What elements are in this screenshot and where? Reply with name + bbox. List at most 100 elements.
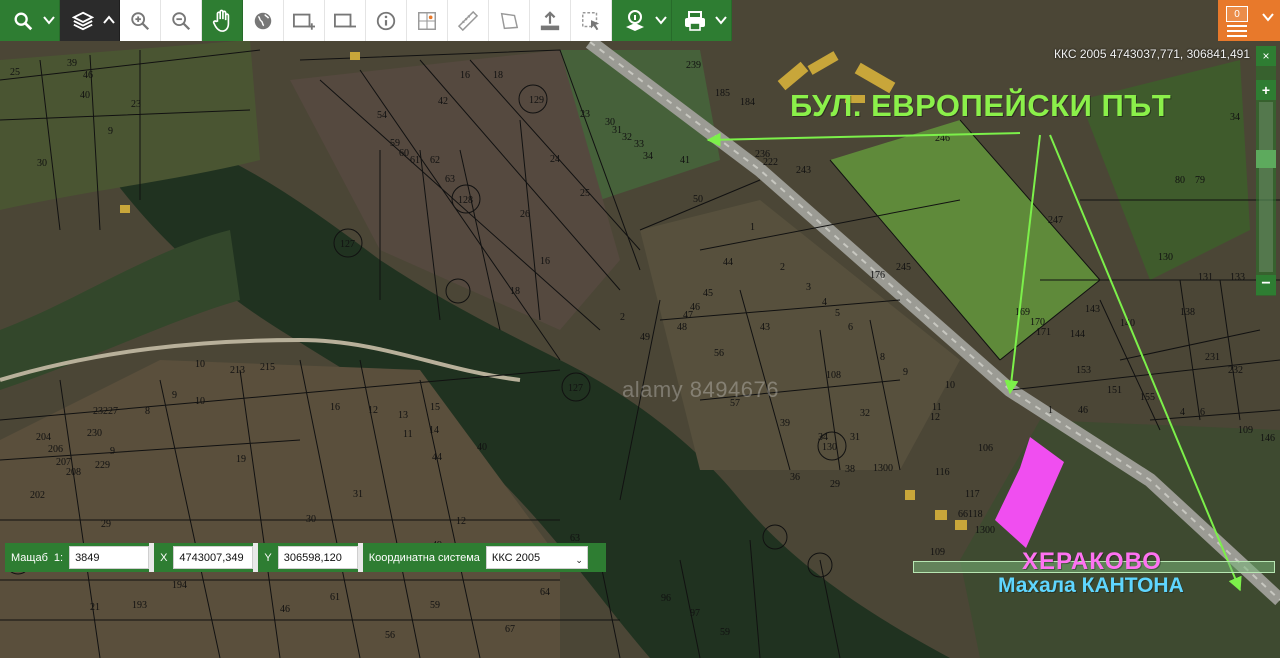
svg-text:24: 24 <box>550 154 560 165</box>
cursor-coordinates: ККС 2005 4743037,771, 306841,491 <box>1053 47 1250 61</box>
svg-text:208: 208 <box>66 467 81 478</box>
select-button[interactable] <box>571 0 612 41</box>
svg-text:31: 31 <box>612 125 622 136</box>
layers-button[interactable] <box>60 0 120 41</box>
svg-text:146: 146 <box>1260 433 1275 444</box>
zoom-box-out-button[interactable] <box>325 0 366 41</box>
list-icon <box>1227 25 1247 37</box>
svg-text:48: 48 <box>677 322 687 333</box>
svg-text:117: 117 <box>965 489 980 500</box>
measure-area-button[interactable] <box>489 0 530 41</box>
crs-select[interactable]: ККС 2005 ⌄ <box>485 546 588 569</box>
svg-text:44: 44 <box>723 257 733 268</box>
x-coordinate-input[interactable]: 4743007,349 <box>173 546 254 569</box>
coordinate-button[interactable] <box>407 0 448 41</box>
svg-text:9: 9 <box>108 126 113 137</box>
svg-text:26: 26 <box>520 209 530 220</box>
svg-text:34: 34 <box>818 432 828 443</box>
svg-text:45: 45 <box>703 288 713 299</box>
svg-text:118: 118 <box>968 509 983 520</box>
svg-text:10: 10 <box>195 359 205 370</box>
svg-text:44: 44 <box>432 452 442 463</box>
svg-text:19: 19 <box>236 454 246 465</box>
svg-text:31: 31 <box>353 489 363 500</box>
zoom-out-button[interactable] <box>161 0 202 41</box>
svg-text:30: 30 <box>306 514 316 525</box>
chevron-down-icon <box>655 16 667 25</box>
svg-text:232: 232 <box>1228 365 1243 376</box>
identify-icon <box>625 9 644 31</box>
chevron-down-icon <box>1262 13 1274 22</box>
svg-text:46: 46 <box>1078 405 1088 416</box>
zoom-close-button[interactable]: × <box>1256 46 1276 66</box>
annotation-hamlet-label: Махала КАНТОНА <box>998 574 1184 597</box>
y-coordinate-input[interactable]: 306598,120 <box>277 546 358 569</box>
svg-text:12: 12 <box>456 516 466 527</box>
zoom-slider-track[interactable] <box>1259 102 1273 272</box>
svg-text:243: 243 <box>796 165 811 176</box>
svg-text:62: 62 <box>430 155 440 166</box>
svg-text:169: 169 <box>1015 307 1030 318</box>
search-button[interactable] <box>0 0 60 41</box>
svg-text:8: 8 <box>880 352 885 363</box>
svg-text:8: 8 <box>145 406 150 417</box>
svg-text:43: 43 <box>760 322 770 333</box>
svg-text:63: 63 <box>445 174 455 185</box>
svg-text:130: 130 <box>1158 252 1173 263</box>
cart-button[interactable]: 0 <box>1218 0 1280 41</box>
svg-text:32: 32 <box>860 408 870 419</box>
svg-text:3: 3 <box>806 282 811 293</box>
zoom-in-icon <box>131 11 150 30</box>
svg-text:9: 9 <box>110 446 115 457</box>
measure-distance-button[interactable] <box>448 0 489 41</box>
zoom-plus-button[interactable]: + <box>1256 80 1276 100</box>
svg-text:193: 193 <box>132 600 147 611</box>
watermark: alamy 8494676 <box>622 377 779 402</box>
svg-text:36: 36 <box>790 472 800 483</box>
svg-text:10: 10 <box>945 380 955 391</box>
coordinate-bar: Мащаб 1: 3849 X 4743007,349 Y 306598,120… <box>5 543 606 572</box>
print-button[interactable] <box>672 0 732 41</box>
svg-text:153: 153 <box>1076 365 1091 376</box>
svg-text:14: 14 <box>429 425 439 436</box>
svg-text:222: 222 <box>763 157 778 168</box>
globe-button[interactable] <box>243 0 284 41</box>
svg-text:5: 5 <box>835 308 840 319</box>
zoom-out-icon <box>172 11 191 30</box>
scale-label: Мащаб <box>11 551 48 564</box>
svg-text:25: 25 <box>10 67 20 78</box>
svg-text:12: 12 <box>930 412 940 423</box>
svg-text:108: 108 <box>826 370 841 381</box>
identify-layer-button[interactable] <box>612 0 672 41</box>
svg-text:46: 46 <box>83 70 93 81</box>
svg-text:204: 204 <box>36 432 51 443</box>
svg-text:247: 247 <box>1048 215 1063 226</box>
zoom-slider-thumb[interactable] <box>1256 150 1276 168</box>
upload-button[interactable] <box>530 0 571 41</box>
annotation-road-label: БУЛ. ЕВРОПЕЙСКИ ПЪТ <box>790 88 1172 123</box>
svg-text:42: 42 <box>438 96 448 107</box>
svg-text:61: 61 <box>330 592 340 603</box>
svg-text:151: 151 <box>1107 385 1122 396</box>
svg-text:116: 116 <box>935 467 950 478</box>
print-icon <box>684 10 705 31</box>
info-button[interactable] <box>366 0 407 41</box>
scale-input[interactable]: 3849 <box>69 546 150 569</box>
svg-text:10: 10 <box>195 396 205 407</box>
zoom-box-in-button[interactable] <box>284 0 325 41</box>
coordinate-icon <box>418 11 436 30</box>
svg-text:61: 61 <box>410 155 420 166</box>
crs-value: ККС 2005 <box>491 551 541 564</box>
svg-text:23: 23 <box>580 109 590 120</box>
zoom-minus-button[interactable]: − <box>1256 275 1276 295</box>
zoom-in-button[interactable] <box>120 0 161 41</box>
svg-text:59: 59 <box>720 627 730 638</box>
svg-text:40: 40 <box>80 90 90 101</box>
svg-text:130: 130 <box>822 442 837 453</box>
svg-text:80: 80 <box>1175 175 1185 186</box>
svg-text:27: 27 <box>108 406 118 417</box>
svg-text:39: 39 <box>780 418 790 429</box>
svg-text:29: 29 <box>101 519 111 530</box>
pan-button[interactable] <box>202 0 243 41</box>
svg-text:184: 184 <box>740 97 755 108</box>
